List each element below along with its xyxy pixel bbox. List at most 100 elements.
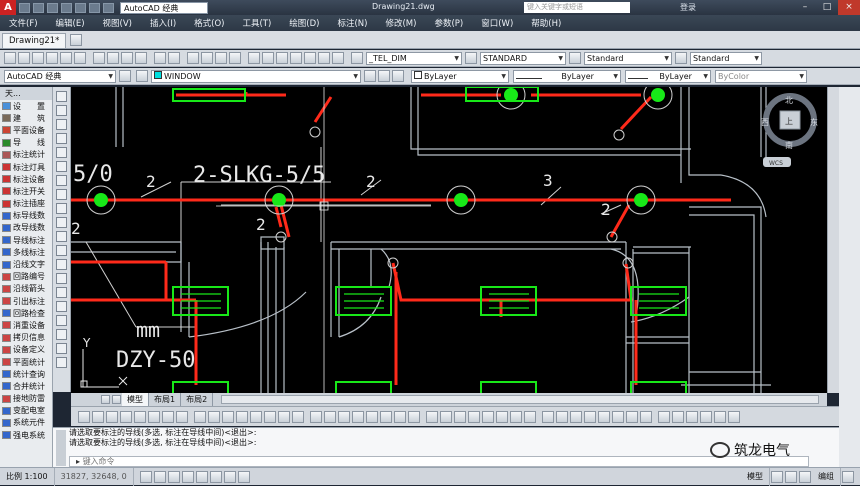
- make-current-layer-icon[interactable]: [364, 70, 376, 82]
- offset-icon[interactable]: [556, 410, 568, 423]
- sidebar-item[interactable]: 消重设备: [0, 319, 52, 331]
- publish-icon[interactable]: [74, 52, 86, 64]
- region-icon[interactable]: [56, 315, 67, 326]
- vertical-scrollbar[interactable]: [827, 87, 839, 393]
- make-block-icon[interactable]: [56, 259, 67, 270]
- menu-item[interactable]: 格式(O): [185, 17, 233, 29]
- ortho-toggle-icon[interactable]: [167, 470, 180, 483]
- wcs-menu[interactable]: WCS: [769, 160, 783, 167]
- sidebar-item[interactable]: 导 线: [0, 137, 52, 149]
- save-icon[interactable]: [32, 52, 44, 64]
- menu-item[interactable]: 修改(M): [376, 17, 425, 29]
- dim-text-edit-icon[interactable]: [338, 410, 350, 423]
- sidebar-item[interactable]: 标注统计: [0, 149, 52, 161]
- copy-icon[interactable]: [524, 410, 536, 423]
- open-icon[interactable]: [33, 2, 44, 13]
- viewcube[interactable]: [763, 93, 817, 167]
- rotate-icon[interactable]: [598, 410, 610, 423]
- chamfer-icon[interactable]: [700, 410, 712, 423]
- login-button[interactable]: 登录: [680, 2, 696, 13]
- sidebar-item[interactable]: 标注开关: [0, 185, 52, 197]
- layer-previous-icon[interactable]: [378, 70, 390, 82]
- copy-icon[interactable]: [107, 52, 119, 64]
- tab-layout1[interactable]: 布局1: [149, 393, 182, 406]
- redo-icon[interactable]: [103, 2, 114, 13]
- dim-space-icon[interactable]: [236, 410, 248, 423]
- sidebar-item[interactable]: 平面设备: [0, 124, 52, 136]
- sidebar-item[interactable]: 平面统计: [0, 356, 52, 368]
- preview-icon[interactable]: [60, 52, 72, 64]
- save-block-icon[interactable]: [366, 410, 378, 423]
- viewcube-east[interactable]: 东: [810, 117, 818, 127]
- sidebar-item[interactable]: 引出标注: [0, 295, 52, 307]
- sidebar-item[interactable]: 合并统计: [0, 380, 52, 392]
- snap-toggle-icon[interactable]: [139, 470, 152, 483]
- sidebar-item[interactable]: 改导线数: [0, 222, 52, 234]
- properties-icon[interactable]: [248, 52, 260, 64]
- area-icon[interactable]: [440, 410, 452, 423]
- point-icon[interactable]: [56, 273, 67, 284]
- list-icon[interactable]: [454, 410, 466, 423]
- layer-combo[interactable]: WINDOW ▼: [151, 69, 361, 83]
- match-icon[interactable]: [408, 410, 420, 423]
- dyn-toggle-icon[interactable]: [223, 470, 236, 483]
- join-icon[interactable]: [686, 410, 698, 423]
- pan-icon[interactable]: [187, 52, 199, 64]
- redo-icon[interactable]: [168, 52, 180, 64]
- stretch-icon[interactable]: [626, 410, 638, 423]
- sidebar-item[interactable]: 标注设备: [0, 173, 52, 185]
- prev-layout-icon[interactable]: [101, 395, 110, 404]
- construction-line-icon[interactable]: [56, 105, 67, 116]
- continue-icon[interactable]: [222, 410, 234, 423]
- new-icon[interactable]: [4, 52, 16, 64]
- layer-state-icon[interactable]: [392, 70, 404, 82]
- revcloud-icon[interactable]: [56, 189, 67, 200]
- new-icon[interactable]: [19, 2, 30, 13]
- cut-icon[interactable]: [93, 52, 105, 64]
- add-tab-icon[interactable]: [70, 34, 83, 46]
- id-point-icon[interactable]: [468, 410, 480, 423]
- menu-item[interactable]: 插入(I): [141, 17, 185, 29]
- help-icon[interactable]: [332, 52, 344, 64]
- save-icon[interactable]: [47, 2, 58, 13]
- break-icon[interactable]: [672, 410, 684, 423]
- sidebar-item[interactable]: 系统元件: [0, 417, 52, 429]
- center-mark-icon[interactable]: [278, 410, 290, 423]
- menu-item[interactable]: 参数(P): [425, 17, 472, 29]
- sidebar-item[interactable]: 建 筑: [0, 112, 52, 124]
- distance-icon[interactable]: [426, 410, 438, 423]
- tool-palette-icon[interactable]: [276, 52, 288, 64]
- workspace-combo[interactable]: AutoCAD 经典 ▼: [4, 69, 116, 83]
- polyline-icon[interactable]: [56, 119, 67, 130]
- sidebar-item[interactable]: 沿线箭头: [0, 283, 52, 295]
- sidebar-item[interactable]: 导线标注: [0, 234, 52, 246]
- sidebar-item[interactable]: 回路检查: [0, 307, 52, 319]
- saveas-icon[interactable]: [61, 2, 72, 13]
- calculator-icon[interactable]: [318, 52, 330, 64]
- mass-icon[interactable]: [496, 410, 508, 423]
- ordinate-icon[interactable]: [120, 410, 132, 423]
- menu-item[interactable]: 帮助(H): [522, 17, 570, 29]
- insert-block-icon[interactable]: [56, 245, 67, 256]
- tab-layout2[interactable]: 布局2: [181, 393, 214, 406]
- workspace-selector[interactable]: AutoCAD 经典: [120, 1, 208, 14]
- undo-icon[interactable]: [89, 2, 100, 13]
- search-input[interactable]: 键入关键字或短语: [524, 2, 630, 13]
- zoom-window-icon[interactable]: [215, 52, 227, 64]
- inspect-icon[interactable]: [292, 410, 304, 423]
- dim-edit-icon[interactable]: [324, 410, 336, 423]
- menu-item[interactable]: 绘图(D): [280, 17, 328, 29]
- sidebar-item[interactable]: 标注插座: [0, 198, 52, 210]
- block-edit-icon[interactable]: [380, 410, 392, 423]
- trim-icon[interactable]: [640, 410, 652, 423]
- sidebar-item[interactable]: 设备定义: [0, 344, 52, 356]
- minimize-icon[interactable]: –: [794, 0, 816, 15]
- aligned-dim-icon[interactable]: [92, 410, 104, 423]
- annotation-scale-icon[interactable]: [785, 470, 797, 483]
- grid-toggle-icon[interactable]: [153, 470, 166, 483]
- next-layout-icon[interactable]: [112, 395, 121, 404]
- tab-drawing21[interactable]: Drawing21*: [2, 33, 67, 48]
- sidebar-item[interactable]: 强电系统: [0, 429, 52, 441]
- sidebar-item[interactable]: 多线标注: [0, 246, 52, 258]
- dim-style-combo[interactable]: STANDARD ▼: [480, 51, 566, 65]
